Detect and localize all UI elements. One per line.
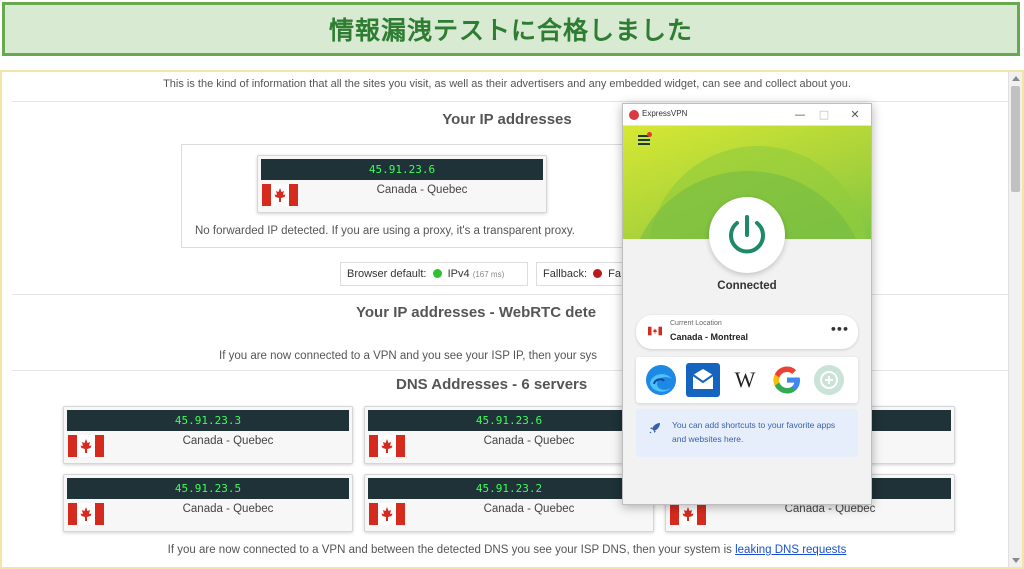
notification-dot-icon [647,132,652,137]
vpn-titlebar[interactable]: ExpressVPN — □ ✕ [623,104,871,126]
connection-status: Connected [717,280,777,292]
dns-card: 45.91.23.6 Canada - Quebec [364,406,654,464]
ipv4-status-icon [432,269,442,278]
current-location-label: Current Location [670,320,722,327]
dns-leak-link[interactable]: leaking DNS requests [735,544,846,556]
vpn-app-title: ExpressVPN [642,109,688,118]
mail-icon[interactable] [686,363,720,397]
canada-flag-icon [369,435,405,457]
dns-ip: 45.91.23.2 [368,478,650,499]
ip-address: 45.91.23.6 [261,159,543,180]
dns-ip: 45.91.23.3 [67,410,349,431]
hamburger-menu-icon[interactable] [638,132,652,145]
dns-location: Canada - Quebec [182,435,274,447]
dns-heading: DNS Addresses - 6 servers [396,376,588,393]
shortcuts-hint: You can add shortcuts to your favorite a… [636,409,858,457]
current-location-card[interactable]: Current Location Canada - Montreal ••• [636,315,858,349]
dns-footer-text: If you are now connected to a VPN and be… [167,544,736,556]
banner-title: 情報漏洩テストに合格しました [328,16,693,45]
dns-card: 45.91.23.2 Canada - Quebec [364,474,654,532]
more-options-button[interactable]: ••• [830,323,849,336]
intro-text: This is the kind of information that all… [163,78,851,90]
power-button[interactable] [709,197,785,273]
ip-location: Canada - Quebec [376,184,468,196]
canada-flag-icon [68,503,104,525]
webrtc-note: If you are now connected to a VPN and yo… [219,350,598,362]
fallback-status-icon [593,269,603,278]
edge-icon[interactable] [644,363,678,397]
canada-flag-icon [369,503,405,525]
add-shortcut-icon[interactable] [812,363,846,397]
canada-flag-icon [262,184,298,206]
fallback-pill: Fallback: Fa [536,262,626,286]
dns-card: 45.91.23.3 Canada - Quebec [63,406,353,464]
canada-flag-icon [68,435,104,457]
maximize-button[interactable]: □ [815,107,833,123]
shortcuts-hint-text: You can add shortcuts to your favorite a… [672,420,836,444]
scroll-up-icon[interactable] [1012,76,1020,81]
ip-card: 45.91.23.6 Canada - Quebec [257,155,547,213]
current-location-value: Canada - Montreal [670,332,749,342]
dns-ip: 45.91.23.6 [368,410,650,431]
browser-default-pill: Browser default: IPv4 (167 ms) [340,262,528,286]
expressvpn-window: ExpressVPN — □ ✕ Connected Current Locat… [622,103,872,505]
scroll-down-icon[interactable] [1012,558,1020,563]
scrollbar-thumb[interactable] [1011,86,1020,192]
wikipedia-icon[interactable]: W [728,363,762,397]
dns-location: Canada - Quebec [483,435,575,447]
result-banner: 情報漏洩テストに合格しました [2,2,1020,56]
minimize-button[interactable]: — [791,107,809,123]
divider [12,101,1008,102]
browser-default-latency: (167 ms) [472,270,505,279]
dns-card: 45.91.23.5 Canada - Quebec [63,474,353,532]
power-icon [729,215,765,254]
google-icon[interactable] [770,363,804,397]
dns-footer: If you are now connected to a VPN and be… [2,544,1012,556]
webrtc-heading: Your IP addresses - WebRTC dete [356,304,597,321]
vertical-scrollbar[interactable] [1008,72,1022,567]
canada-flag-icon [648,326,662,336]
rocket-icon [649,423,660,434]
dns-ip: 45.91.23.5 [67,478,349,499]
shortcuts-bar: W [636,357,858,403]
dns-location: Canada - Quebec [182,503,274,515]
forward-note: No forwarded IP detected. If you are usi… [195,225,575,237]
fallback-value: Fa [608,268,621,280]
fallback-label: Fallback: [543,268,588,280]
dns-location: Canada - Quebec [483,503,575,515]
browser-default-label: Browser default: [347,268,427,280]
browser-default-value: IPv4 [447,268,470,280]
expressvpn-logo-icon [629,110,639,120]
canada-flag-icon [670,503,706,525]
close-button[interactable]: ✕ [846,107,864,123]
